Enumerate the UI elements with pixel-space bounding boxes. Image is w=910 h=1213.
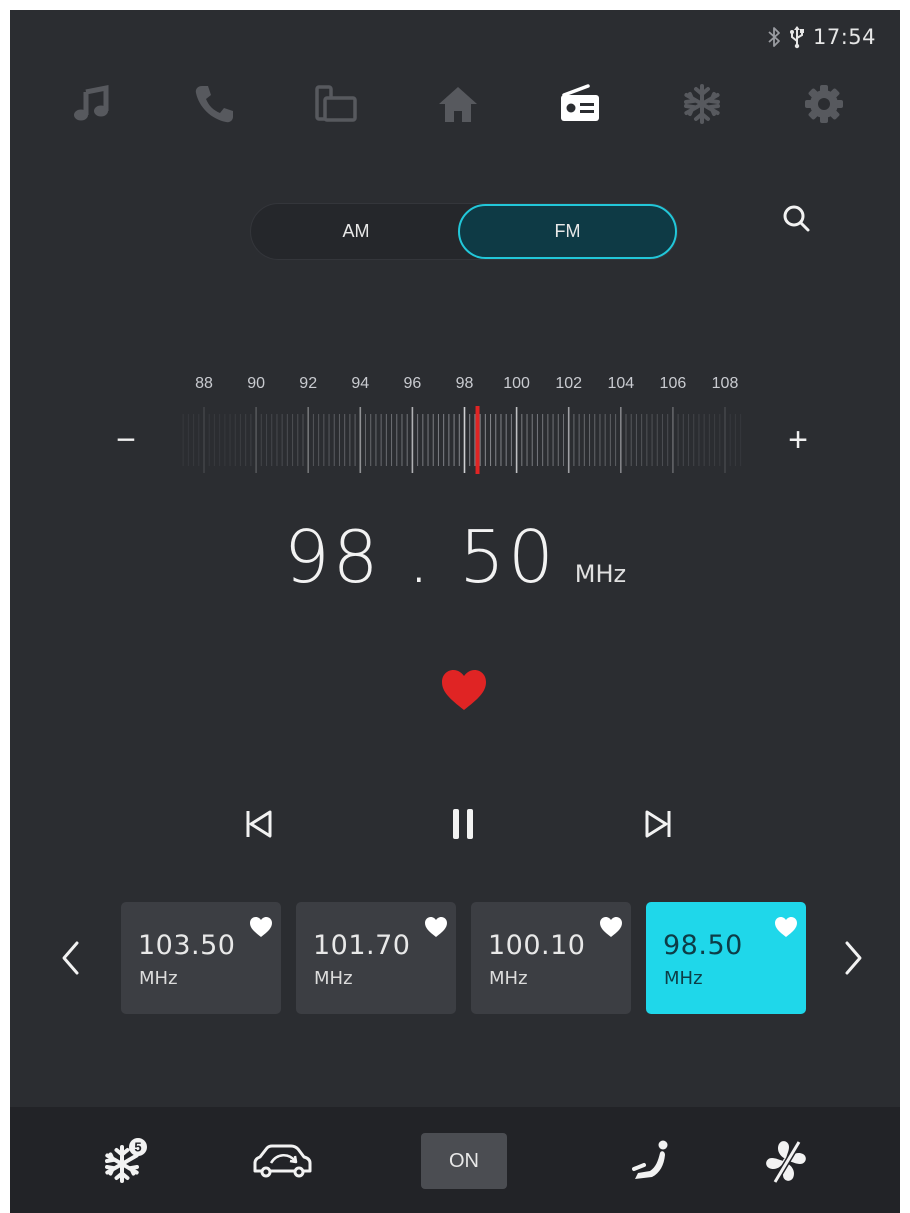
heart-icon[interactable] bbox=[774, 916, 798, 938]
band-am-button[interactable]: AM bbox=[251, 204, 461, 259]
pause-button[interactable] bbox=[439, 800, 487, 848]
search-button[interactable] bbox=[774, 196, 818, 240]
seat-icon bbox=[632, 1140, 668, 1179]
preset-unit: MHz bbox=[489, 968, 528, 989]
previous-station-button[interactable] bbox=[235, 800, 283, 848]
nav-item-music[interactable] bbox=[60, 72, 124, 136]
band-fm-button[interactable]: FM bbox=[458, 204, 677, 259]
presets-previous-button[interactable] bbox=[52, 933, 88, 983]
app-nav-bar bbox=[10, 72, 900, 136]
preset-station-1[interactable]: 103.50 MHz bbox=[121, 902, 281, 1014]
skip-previous-icon bbox=[246, 810, 272, 838]
fan-off-icon bbox=[766, 1140, 806, 1184]
next-station-button[interactable] bbox=[634, 800, 682, 848]
scale-label: 90 bbox=[247, 375, 265, 392]
climate-bar: 5 ON bbox=[10, 1107, 900, 1213]
band-toggle: AM FM bbox=[250, 203, 678, 260]
nav-item-home[interactable] bbox=[426, 72, 490, 136]
usb-icon bbox=[789, 26, 804, 49]
fan-off-button[interactable] bbox=[756, 1131, 816, 1191]
favorite-heart-icon[interactable] bbox=[440, 668, 488, 712]
preset-frequency: 101.70 bbox=[313, 930, 411, 961]
preset-frequency: 100.10 bbox=[488, 930, 586, 961]
gear-icon bbox=[805, 85, 843, 123]
climate-on-button[interactable]: ON bbox=[421, 1133, 507, 1189]
snowflake-icon bbox=[684, 84, 720, 124]
radio-icon bbox=[561, 84, 599, 121]
heart-icon[interactable] bbox=[424, 916, 448, 938]
scale-label: 94 bbox=[351, 375, 370, 392]
ac-snowflake-icon: 5 bbox=[105, 1138, 147, 1183]
nav-item-climate[interactable] bbox=[670, 72, 734, 136]
chevron-right-icon bbox=[845, 941, 862, 975]
ac-level-badge: 5 bbox=[134, 1140, 141, 1155]
nav-item-devices[interactable] bbox=[304, 72, 368, 136]
status-bar: 17:54 bbox=[767, 24, 876, 50]
seat-heating-button[interactable] bbox=[622, 1131, 682, 1191]
preset-station-4[interactable]: 98.50 MHz bbox=[646, 902, 806, 1014]
scale-label: 98 bbox=[455, 375, 474, 392]
tune-down-button[interactable]: − bbox=[106, 420, 146, 460]
preset-unit: MHz bbox=[139, 968, 178, 989]
frequency-unit: MHz bbox=[574, 560, 627, 588]
home-icon bbox=[439, 87, 477, 122]
frequency-value: 98 . 50 bbox=[283, 515, 557, 599]
car-recirculation-icon bbox=[253, 1144, 312, 1178]
presets-next-button[interactable] bbox=[836, 933, 872, 983]
preset-unit: MHz bbox=[314, 968, 353, 989]
devices-icon bbox=[315, 85, 357, 122]
scale-label: 102 bbox=[555, 375, 583, 392]
ac-button[interactable]: 5 bbox=[96, 1131, 156, 1191]
preset-station-2[interactable]: 101.70 MHz bbox=[296, 902, 456, 1014]
pause-icon bbox=[453, 809, 473, 839]
scale-label: 92 bbox=[299, 375, 318, 392]
tune-up-button[interactable]: + bbox=[778, 420, 818, 460]
nav-item-phone[interactable] bbox=[182, 72, 246, 136]
scale-label: 88 bbox=[195, 375, 213, 392]
search-icon bbox=[783, 205, 810, 232]
radio-screen: 17:54 AM FM 88 90 92 94 96 98 100 102 10… bbox=[10, 10, 900, 1213]
preset-frequency: 98.50 bbox=[663, 930, 743, 961]
nav-item-radio[interactable] bbox=[548, 72, 612, 136]
recirculation-button[interactable] bbox=[244, 1131, 320, 1191]
preset-station-3[interactable]: 100.10 MHz bbox=[471, 902, 631, 1014]
scale-label: 100 bbox=[503, 375, 530, 392]
preset-unit: MHz bbox=[664, 968, 703, 989]
scale-label: 108 bbox=[711, 375, 739, 392]
scale-label: 106 bbox=[659, 375, 687, 392]
bluetooth-icon bbox=[768, 27, 780, 47]
preset-frequency: 103.50 bbox=[138, 930, 236, 961]
phone-icon bbox=[195, 86, 233, 123]
skip-next-icon bbox=[645, 810, 671, 838]
scale-label: 104 bbox=[607, 375, 635, 392]
frequency-readout: 98 . 50 MHz bbox=[10, 515, 900, 615]
chevron-left-icon bbox=[62, 941, 79, 975]
heart-icon[interactable] bbox=[249, 916, 273, 938]
nav-item-settings[interactable] bbox=[792, 72, 856, 136]
music-note-icon bbox=[74, 84, 109, 121]
clock: 17:54 bbox=[812, 25, 876, 49]
scale-label: 96 bbox=[403, 375, 422, 392]
heart-icon[interactable] bbox=[599, 916, 623, 938]
tuner-scale-labels: 88 90 92 94 96 98 100 102 104 106 108 bbox=[10, 375, 900, 395]
